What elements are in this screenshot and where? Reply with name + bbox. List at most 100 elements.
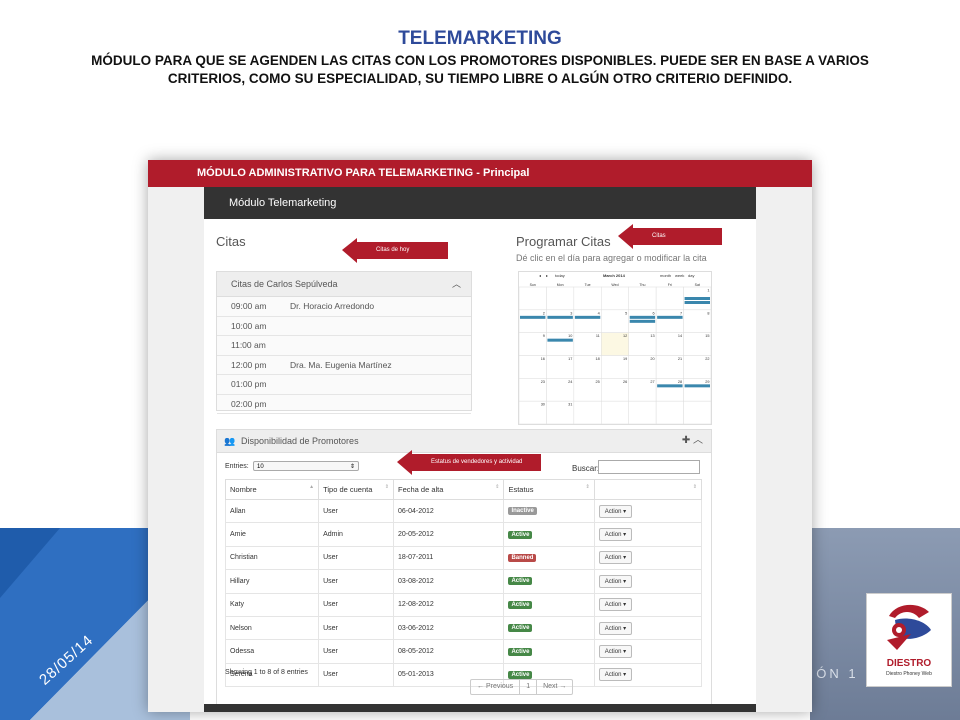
column-header[interactable]: Estatus ⇕ xyxy=(503,479,595,500)
table-row: Hillary User 03-08-2012 Active Action ▾ xyxy=(224,569,703,594)
pagination-next[interactable]: Next → xyxy=(537,680,572,694)
action-button[interactable]: Action ▾ xyxy=(598,551,633,565)
cita-row[interactable]: 01:00 pm xyxy=(217,375,471,395)
calendar-day-cell[interactable] xyxy=(628,400,657,424)
action-button[interactable]: Action ▾ xyxy=(598,621,633,635)
callout-estatus: Estatus de vendedores y actividad xyxy=(397,450,541,475)
calendar-event[interactable] xyxy=(684,301,710,304)
cell-type: Admin xyxy=(318,522,394,547)
action-button[interactable]: Action ▾ xyxy=(598,574,633,588)
calendar-event[interactable] xyxy=(547,338,573,342)
calendar-day-cell[interactable] xyxy=(601,286,629,311)
cell-action: Action ▾ xyxy=(593,592,703,617)
calendar-day-cell[interactable] xyxy=(655,400,684,424)
calendar-day-number: 21 xyxy=(678,357,682,361)
calendar-day-number: 18 xyxy=(596,357,600,361)
column-header[interactable]: Fecha de alta ⇕ xyxy=(392,479,505,500)
cita-row[interactable]: 09:00 am Dr. Horacio Arredondo xyxy=(217,297,471,317)
calendar-weekday: Sun xyxy=(530,283,536,287)
calendar-day-cell[interactable] xyxy=(546,286,575,311)
calendar-event[interactable] xyxy=(547,315,573,319)
column-header[interactable]: Nombre ▲ xyxy=(224,479,320,500)
users-icon: 👥 xyxy=(224,436,236,446)
admin-header: MÓDULO ADMINISTRATIVO PARA TELEMARKETING… xyxy=(148,160,812,187)
pagination-previous[interactable]: ← Previous xyxy=(471,680,521,694)
cell-type: User xyxy=(318,592,394,617)
promotores-table: Nombre ▲ Tipo de cuenta ⇕ Fecha de alta ⇕ Esta… xyxy=(224,479,703,688)
calendar-grid[interactable]: Sun Mon Tue Wed Thu Fri Sat12 3 4 5 6 7 89 10 11 12 13 14… xyxy=(519,281,711,424)
column-header-label: Estatus xyxy=(508,485,534,494)
calendar-event[interactable] xyxy=(574,315,601,319)
disponibilidad-title: Disponibilidad de Promotores xyxy=(241,436,359,446)
cell-status: Inactive xyxy=(503,498,595,524)
calendar-view-day[interactable]: day xyxy=(688,273,694,278)
pagination-page[interactable]: 1 xyxy=(520,680,538,694)
calendar-day-cell[interactable] xyxy=(573,400,602,424)
calendar-day-cell[interactable] xyxy=(519,286,547,311)
citas-heading: Citas xyxy=(216,234,246,249)
chevron-up-icon[interactable]: ︿ xyxy=(693,435,703,446)
calendar-prev-icon[interactable]: ◂ xyxy=(539,273,541,278)
column-header[interactable]: ⇕ xyxy=(593,479,703,500)
calendar-view-month[interactable]: month xyxy=(660,273,671,278)
slide-subtitle-line2: CRITERIOS, COMO SU ESPECIALIDAD, SU TIEM… xyxy=(167,71,793,86)
slide-subtitle-line1: MÓDULO PARA QUE SE AGENDEN LAS CITAS CON… xyxy=(91,53,869,68)
calendar-day-number: 10 xyxy=(568,334,572,338)
calendar-day-number: 26 xyxy=(623,380,627,384)
calendar-event[interactable] xyxy=(629,315,656,319)
cell-type: User xyxy=(318,639,394,664)
cita-time: 12:00 pm xyxy=(231,359,267,370)
action-button[interactable]: Action ▾ xyxy=(598,598,633,612)
calendar-event[interactable] xyxy=(684,297,710,300)
callout-citas-hoy-label: Citas de hoy xyxy=(376,247,410,253)
table-row: Odessa User 08-05-2012 Active Action ▾ xyxy=(224,639,703,664)
calendar-day-cell[interactable] xyxy=(628,286,657,311)
citas-panel-header[interactable]: Citas de Carlos Sepúlveda ︿ xyxy=(217,272,471,297)
calendar-event[interactable] xyxy=(684,384,710,388)
plus-icon[interactable]: ✚ xyxy=(682,435,690,446)
calendar-event[interactable] xyxy=(657,384,683,388)
action-button[interactable]: Action ▾ xyxy=(598,645,633,659)
column-header[interactable]: Tipo de cuenta ⇕ xyxy=(318,479,394,500)
calendar-event[interactable] xyxy=(520,315,546,319)
sort-icon: ⇕ xyxy=(495,484,500,490)
calendar-day-number: 13 xyxy=(650,334,654,338)
entries-select[interactable]: 10 ⇕ xyxy=(253,461,359,471)
cita-row[interactable]: 02:00 pm xyxy=(217,395,471,414)
calendar: ◂ ▸ today March 2014 month week day Sun M… xyxy=(518,271,712,425)
cita-row[interactable]: 12:00 pm Dra. Ma. Eugenia Martínez xyxy=(217,356,471,375)
calendar-day-number: 20 xyxy=(650,357,654,361)
calendar-next-icon[interactable]: ▸ xyxy=(546,273,548,278)
action-button[interactable]: Action ▾ xyxy=(598,528,633,542)
calendar-day-number: 12 xyxy=(623,334,627,338)
table-info: Showing 1 to 8 of 8 entries xyxy=(225,669,308,676)
cita-row[interactable]: 10:00 am xyxy=(217,317,471,336)
cell-date: 06-04-2012 xyxy=(392,498,505,524)
diestro-logo: DIESTRO Diestro Phoney Web xyxy=(866,593,952,687)
disponibilidad-panel: 👥 Disponibilidad de Promotores ✚ ︿ Estat… xyxy=(216,429,712,712)
cell-type: User xyxy=(318,545,394,571)
calendar-day-cell[interactable] xyxy=(601,400,629,424)
calendar-view-week[interactable]: week xyxy=(675,273,684,278)
action-button[interactable]: Action ▾ xyxy=(598,668,633,682)
search-input[interactable] xyxy=(598,460,700,474)
cita-row[interactable]: 11:00 am xyxy=(217,336,471,356)
status-badge: Active xyxy=(508,577,533,586)
cell-action: Action ▾ xyxy=(593,615,703,641)
calendar-toolbar: ◂ ▸ today March 2014 month week day xyxy=(519,272,711,281)
calendar-day-number: 15 xyxy=(705,334,709,338)
sort-icon: ⇕ xyxy=(384,484,389,490)
chevron-up-icon[interactable]: ︿ xyxy=(452,272,461,296)
programar-subtitle: Dé clic en el día para agregar o modific… xyxy=(516,253,707,263)
navbar-brand[interactable]: Módulo Telemarketing xyxy=(229,187,336,219)
calendar-day-number: 17 xyxy=(568,357,572,361)
calendar-day-number: 22 xyxy=(705,357,709,361)
cell-name: Allan xyxy=(224,498,320,524)
calendar-today-button[interactable]: today xyxy=(555,273,565,278)
calendar-day-cell[interactable] xyxy=(655,286,684,311)
calendar-event[interactable] xyxy=(657,315,683,319)
action-button[interactable]: Action ▾ xyxy=(598,504,633,518)
calendar-day-cell[interactable] xyxy=(683,400,711,424)
calendar-day-cell[interactable] xyxy=(573,286,602,311)
calendar-event[interactable] xyxy=(629,319,656,323)
